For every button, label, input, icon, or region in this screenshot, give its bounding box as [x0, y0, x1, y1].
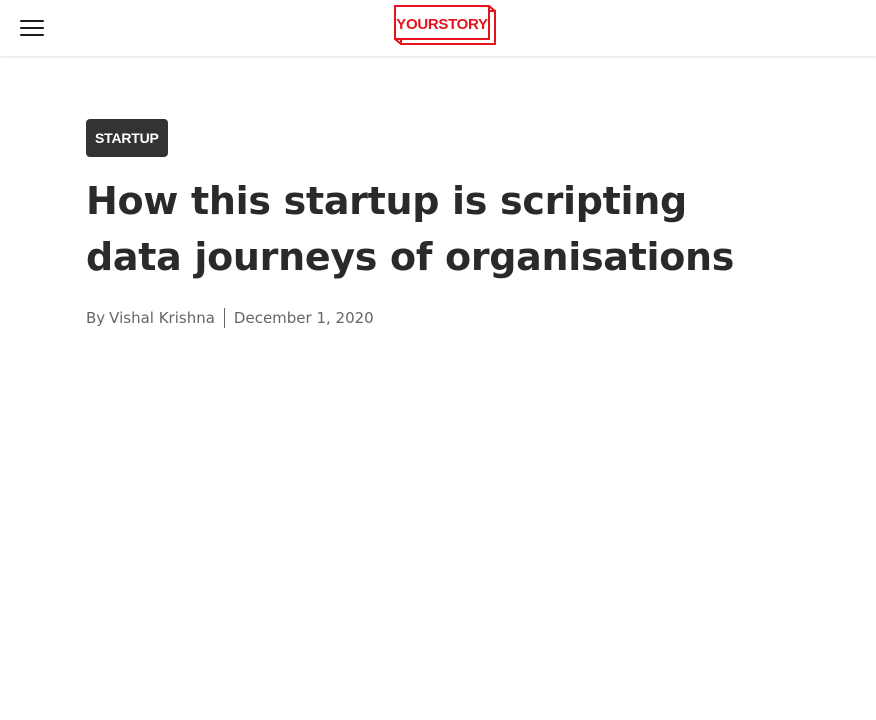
article-byline: By Vishal Krishna December 1, 2020 — [86, 307, 786, 329]
logo-graphic: YOURSTORY — [394, 5, 496, 45]
hamburger-menu-icon[interactable] — [18, 16, 46, 40]
article-title: How this startup is scripting data journ… — [86, 179, 735, 279]
menu-line — [20, 20, 44, 22]
article-header: STARTUP How this startup is scripting da… — [86, 119, 786, 329]
top-navigation-bar: YOURSTORY — [0, 0, 876, 56]
logo-text: YOURSTORY — [396, 16, 488, 33]
yourstory-logo[interactable]: YOURSTORY — [393, 4, 497, 46]
byline-divider — [223, 308, 225, 328]
publish-date: December 1, 2020 — [233, 309, 374, 327]
menu-line — [20, 27, 44, 29]
byline-prefix: By — [86, 309, 106, 327]
menu-line — [20, 34, 44, 36]
category-badge[interactable]: STARTUP — [86, 119, 168, 157]
author-link[interactable]: Vishal Krishna — [109, 309, 215, 327]
